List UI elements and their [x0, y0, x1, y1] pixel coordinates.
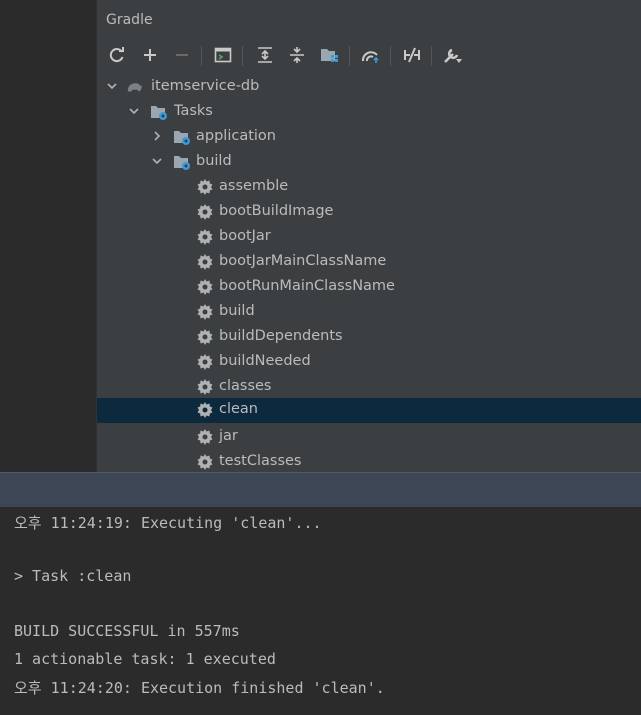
- gear-icon: [197, 254, 213, 270]
- run-panel-header[interactable]: [0, 472, 641, 507]
- task-row[interactable]: buildDependents: [97, 325, 641, 350]
- task-label: bootJar: [219, 228, 271, 244]
- task-label: jar: [219, 428, 238, 444]
- gradle-elephant-icon: [127, 83, 143, 92]
- task-label: bootBuildImage: [219, 203, 334, 219]
- task-row[interactable]: classes: [97, 375, 641, 400]
- gear-icon: [197, 329, 213, 345]
- console-line: BUILD SUCCESSFUL in 557ms: [14, 622, 240, 640]
- task-row-selected[interactable]: clean: [97, 398, 641, 423]
- toolbar-separator: [390, 46, 391, 66]
- task-label: assemble: [219, 178, 289, 194]
- toolbar-separator: [431, 46, 432, 66]
- task-row[interactable]: bootJarMainClassName: [97, 250, 641, 275]
- toolbar-separator: [242, 46, 243, 66]
- plus-icon[interactable]: [138, 43, 162, 67]
- console-line: 1 actionable task: 1 executed: [14, 650, 276, 668]
- console-line: 오후 11:24:19: Executing 'clean'...: [14, 514, 322, 532]
- toolbar-separator: [201, 46, 202, 66]
- gear-icon: [197, 279, 213, 295]
- task-row[interactable]: jar: [97, 425, 641, 450]
- toggle-skip-tests-icon[interactable]: [400, 43, 424, 67]
- build-tool-settings-icon[interactable]: [441, 43, 465, 67]
- task-row[interactable]: buildNeeded: [97, 350, 641, 375]
- folder-gear-icon: [174, 156, 190, 170]
- expand-all-icon[interactable]: [253, 43, 277, 67]
- gear-icon: [197, 379, 213, 395]
- execute-task-icon[interactable]: [211, 43, 235, 67]
- minus-icon[interactable]: [170, 43, 194, 67]
- gradle-toolbar: [97, 40, 641, 72]
- gear-icon: [197, 402, 213, 418]
- task-label: testClasses: [219, 453, 302, 469]
- chevron-down-icon[interactable]: [151, 155, 163, 167]
- tree-row-tasks[interactable]: Tasks: [97, 100, 641, 125]
- refresh-icon[interactable]: [105, 43, 129, 67]
- offline-mode-icon[interactable]: [359, 43, 383, 67]
- gear-icon: [197, 354, 213, 370]
- task-row[interactable]: bootBuildImage: [97, 200, 641, 225]
- panel-title: Gradle: [106, 12, 153, 28]
- dependencies-icon[interactable]: [318, 43, 342, 67]
- task-row[interactable]: bootJar: [97, 225, 641, 250]
- task-label: classes: [219, 378, 272, 394]
- gear-icon: [197, 454, 213, 470]
- task-label: bootJarMainClassName: [219, 253, 387, 269]
- task-label: buildDependents: [219, 328, 343, 344]
- console-line: > Task :clean: [14, 567, 132, 585]
- group-build-label: build: [196, 153, 232, 169]
- left-editor-strip: [0, 0, 96, 472]
- folder-gear-icon: [151, 106, 167, 120]
- chevron-down-icon[interactable]: [128, 105, 140, 117]
- tree-row-application[interactable]: application: [97, 125, 641, 150]
- task-row[interactable]: bootRunMainClassName: [97, 275, 641, 300]
- tree-row-build-group[interactable]: build: [97, 150, 641, 175]
- gear-icon: [197, 429, 213, 445]
- group-application-label: application: [196, 128, 276, 144]
- gear-icon: [197, 204, 213, 220]
- task-row[interactable]: build: [97, 300, 641, 325]
- task-label: buildNeeded: [219, 353, 311, 369]
- tree-row-project[interactable]: itemservice-db: [97, 75, 641, 100]
- task-row[interactable]: assemble: [97, 175, 641, 200]
- gear-icon: [197, 179, 213, 195]
- task-label: clean: [219, 401, 258, 417]
- task-label: bootRunMainClassName: [219, 278, 395, 294]
- chevron-down-icon[interactable]: [106, 80, 118, 92]
- gear-icon: [197, 229, 213, 245]
- collapse-all-icon[interactable]: [285, 43, 309, 67]
- chevron-right-icon[interactable]: [151, 130, 163, 142]
- project-label: itemservice-db: [151, 78, 260, 94]
- toolbar-separator: [349, 46, 350, 66]
- tasks-label: Tasks: [174, 103, 213, 119]
- console-line: 오후 11:24:20: Execution finished 'clean'.: [14, 679, 385, 697]
- gear-icon: [197, 304, 213, 320]
- gradle-tool-window: Gradle itemservice-db Tasks application …: [96, 0, 641, 472]
- task-label: build: [219, 303, 255, 319]
- folder-gear-icon: [174, 131, 190, 145]
- run-console: 오후 11:24:19: Executing 'clean'... > Task…: [0, 507, 641, 715]
